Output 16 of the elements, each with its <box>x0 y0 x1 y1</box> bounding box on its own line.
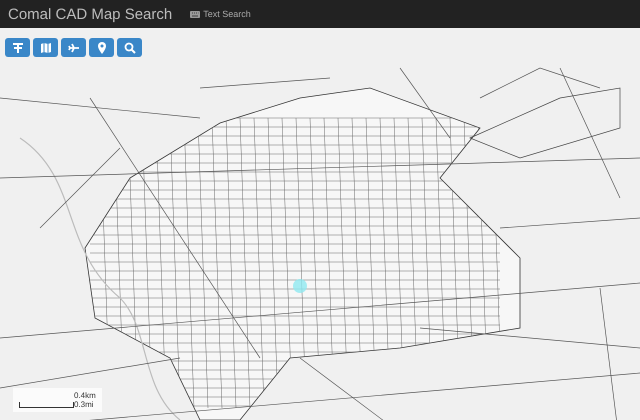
scale-imperial-label: 0.3mi <box>74 400 95 409</box>
map-tool-button[interactable] <box>89 38 114 57</box>
app-title: Comal CAD Map Search <box>8 6 172 22</box>
plane-icon <box>68 42 80 54</box>
map-tool-button[interactable] <box>33 38 58 57</box>
map-icon <box>40 42 52 54</box>
cross-bars-icon <box>12 42 24 54</box>
map-tool-button[interactable] <box>5 38 30 57</box>
map-pin-icon <box>96 42 106 54</box>
text-search-link[interactable]: Text Search <box>190 9 251 19</box>
search-icon <box>124 42 136 54</box>
scale-metric-label: 0.4km <box>74 391 96 400</box>
keyboard-icon <box>190 10 200 18</box>
map-tool-button[interactable] <box>61 38 86 57</box>
map-tool-button[interactable] <box>117 38 142 57</box>
parcel-map-drawing[interactable] <box>0 28 640 420</box>
